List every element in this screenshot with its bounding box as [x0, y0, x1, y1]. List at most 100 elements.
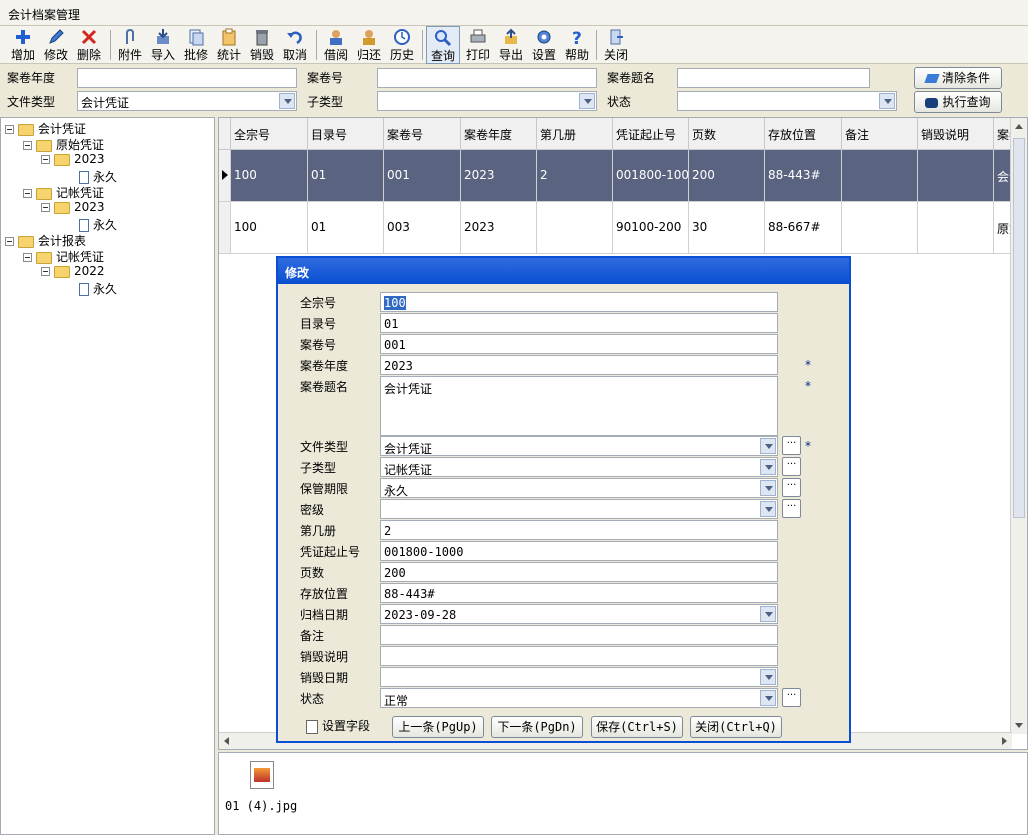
- fonds-no-input[interactable]: 100: [380, 292, 778, 312]
- voucher-range-input[interactable]: 001800-1000: [380, 541, 778, 561]
- volume-no-input[interactable]: 001: [380, 334, 778, 354]
- scroll-left-icon[interactable]: [224, 737, 229, 745]
- tree-node[interactable]: 永久: [79, 168, 117, 184]
- chevron-down-icon[interactable]: [879, 93, 895, 109]
- chevron-down-icon[interactable]: [579, 93, 595, 109]
- close-dialog-button[interactable]: 关闭(Ctrl+Q): [690, 716, 782, 738]
- catalog-no-input[interactable]: 01: [380, 313, 778, 333]
- table-cell[interactable]: 100: [231, 202, 308, 254]
- column-header[interactable]: 全宗号: [231, 118, 308, 150]
- next-record-button[interactable]: 下一条(PgDn): [491, 716, 583, 738]
- year-input[interactable]: [77, 68, 297, 88]
- column-header[interactable]: 页数: [689, 118, 765, 150]
- security-level-select[interactable]: [380, 499, 778, 519]
- scroll-down-icon[interactable]: [1015, 723, 1023, 728]
- clear-conditions-button[interactable]: 清除条件: [914, 67, 1002, 89]
- chevron-down-icon[interactable]: [760, 459, 776, 475]
- remarks-input[interactable]: [380, 625, 778, 645]
- column-header[interactable]: 目录号: [308, 118, 384, 150]
- destroy-note-input[interactable]: [380, 646, 778, 666]
- tree-node[interactable]: 永久: [79, 280, 117, 296]
- retention-period-select[interactable]: 永久: [380, 478, 778, 498]
- settings-button[interactable]: 设置: [527, 26, 561, 64]
- column-header[interactable]: 备注: [842, 118, 918, 150]
- history-button[interactable]: 历史: [385, 26, 419, 64]
- archive-date-picker[interactable]: 2023-09-28: [380, 604, 778, 624]
- status-browse-button[interactable]: ···: [782, 688, 801, 707]
- collapse-icon[interactable]: [23, 189, 32, 198]
- subtype-select[interactable]: 记帐凭证: [380, 457, 778, 477]
- security-browse-button[interactable]: ···: [782, 499, 801, 518]
- import-button[interactable]: 导入: [146, 26, 180, 64]
- destroy-date-picker[interactable]: [380, 667, 778, 687]
- save-button[interactable]: 保存(Ctrl+S): [591, 716, 683, 738]
- statistics-button[interactable]: 统计: [212, 26, 246, 64]
- tree-node[interactable]: 记帐凭证: [23, 248, 104, 264]
- tree-node[interactable]: 2022: [41, 264, 105, 280]
- table-cell[interactable]: 2: [537, 150, 613, 202]
- collapse-icon[interactable]: [5, 237, 14, 246]
- tree-node[interactable]: 永久: [79, 216, 117, 232]
- delete-button[interactable]: 删除: [72, 26, 106, 64]
- execute-query-button[interactable]: 执行查询: [914, 91, 1002, 113]
- scroll-right-icon[interactable]: [1002, 737, 1007, 745]
- search-button[interactable]: 查询: [426, 26, 460, 64]
- volume-title-textarea[interactable]: 会计凭证: [380, 376, 778, 436]
- table-cell[interactable]: [842, 150, 918, 202]
- doctype-browse-button[interactable]: ···: [782, 436, 801, 455]
- column-header[interactable]: 第几册: [537, 118, 613, 150]
- storage-location-input[interactable]: 88-443#: [380, 583, 778, 603]
- set-fields-button[interactable]: 设置字段: [306, 717, 370, 737]
- undo-button[interactable]: 取消: [278, 26, 312, 64]
- collapse-icon[interactable]: [41, 267, 50, 276]
- column-header[interactable]: 销毁说明: [918, 118, 994, 150]
- chevron-down-icon[interactable]: [760, 690, 776, 706]
- edit-button[interactable]: 修改: [39, 26, 73, 64]
- collapse-icon[interactable]: [5, 125, 14, 134]
- table-cell[interactable]: 30: [689, 202, 765, 254]
- chevron-down-icon[interactable]: [760, 480, 776, 496]
- collapse-icon[interactable]: [41, 203, 50, 212]
- chevron-down-icon[interactable]: [760, 606, 776, 622]
- status-select[interactable]: 正常: [380, 688, 778, 708]
- volume-no-input[interactable]: [377, 68, 597, 88]
- volume-year-input[interactable]: 2023: [380, 355, 778, 375]
- tree-node[interactable]: 2023: [41, 200, 105, 216]
- table-cell[interactable]: [918, 150, 994, 202]
- close-button[interactable]: 关闭: [599, 26, 633, 64]
- status-select[interactable]: [677, 91, 897, 111]
- return-button[interactable]: 归还: [352, 26, 386, 64]
- attachment-button[interactable]: 附件: [113, 26, 147, 64]
- table-cell[interactable]: 88-667#: [765, 202, 842, 254]
- scroll-up-icon[interactable]: [1015, 124, 1023, 129]
- table-cell[interactable]: 003: [384, 202, 461, 254]
- table-cell[interactable]: [842, 202, 918, 254]
- tree-node[interactable]: 会计凭证: [5, 120, 86, 136]
- tree-node[interactable]: 会计报表: [5, 232, 86, 248]
- export-button[interactable]: 导出: [494, 26, 528, 64]
- collapse-icon[interactable]: [23, 253, 32, 262]
- chevron-down-icon[interactable]: [760, 501, 776, 517]
- previous-record-button[interactable]: 上一条(PgUp): [392, 716, 484, 738]
- borrow-button[interactable]: 借阅: [319, 26, 353, 64]
- table-cell[interactable]: 2023: [461, 150, 537, 202]
- subtype-select[interactable]: [377, 91, 597, 111]
- chevron-down-icon[interactable]: [760, 669, 776, 685]
- tree-node[interactable]: 原始凭证: [23, 136, 104, 152]
- collapse-icon[interactable]: [41, 155, 50, 164]
- retention-browse-button[interactable]: ···: [782, 478, 801, 497]
- table-cell[interactable]: 100: [231, 150, 308, 202]
- add-button[interactable]: 增加: [6, 26, 40, 64]
- table-cell[interactable]: 200: [689, 150, 765, 202]
- chevron-down-icon[interactable]: [279, 93, 295, 109]
- collapse-icon[interactable]: [23, 141, 32, 150]
- scroll-thumb[interactable]: [1013, 138, 1025, 518]
- table-cell[interactable]: 01: [308, 202, 384, 254]
- destroy-button[interactable]: 销毁: [245, 26, 279, 64]
- column-header[interactable]: 案卷号: [384, 118, 461, 150]
- volume-part-input[interactable]: 2: [380, 520, 778, 540]
- column-header[interactable]: 凭证起止号: [613, 118, 689, 150]
- table-cell[interactable]: 01: [308, 150, 384, 202]
- row-selector[interactable]: [219, 202, 231, 254]
- table-cell[interactable]: [918, 202, 994, 254]
